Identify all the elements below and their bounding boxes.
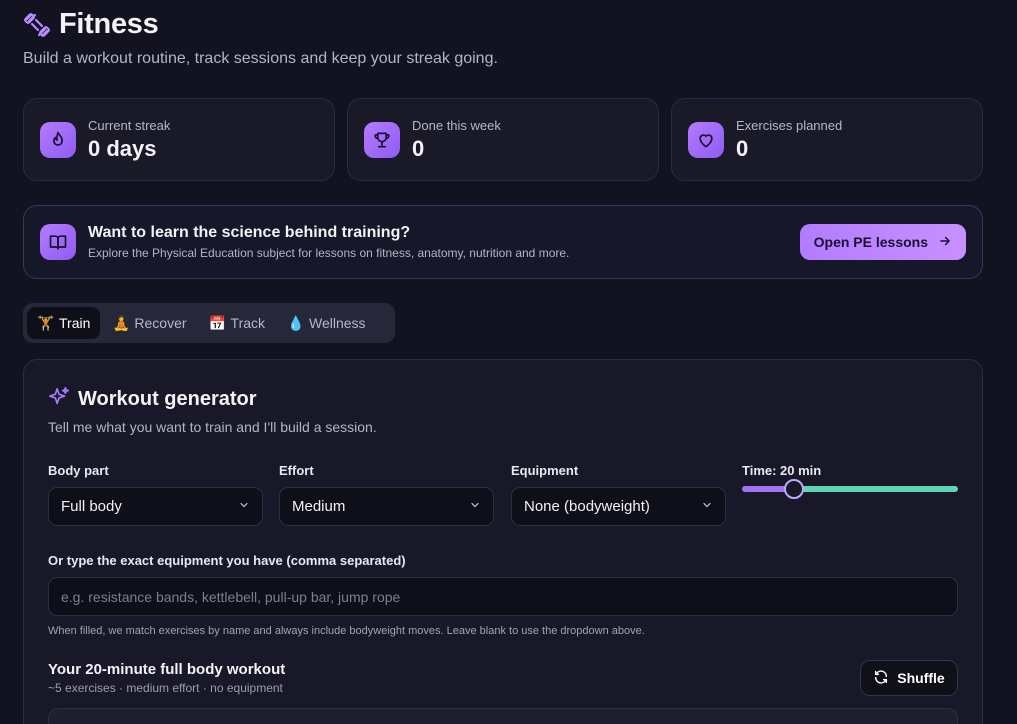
shuffle-label: Shuffle bbox=[897, 670, 945, 686]
equipment-text-label: Or type the exact equipment you have (co… bbox=[48, 553, 406, 568]
workout-meta: ~5 exercises · medium effort · no equipm… bbox=[48, 681, 283, 695]
droplet-icon: 💧 bbox=[287, 314, 305, 331]
select-value: None (bodyweight) bbox=[524, 498, 650, 515]
body-part-label: Body part bbox=[48, 463, 109, 478]
pe-lessons-banner: Want to learn the science behind trainin… bbox=[23, 205, 983, 279]
dumbbell-icon bbox=[23, 11, 51, 39]
chevron-down-icon bbox=[469, 498, 481, 515]
page-subtitle: Build a workout routine, track sessions … bbox=[23, 50, 498, 67]
equipment-select[interactable]: None (bodyweight) bbox=[511, 487, 726, 526]
flame-icon bbox=[40, 121, 76, 158]
section-tabs: 🏋 Train 🧘 Recover 📅 Track 💧 Wellness bbox=[23, 303, 395, 343]
slider-track bbox=[794, 486, 958, 492]
workout-generator-panel: Workout generator Tell me what you want … bbox=[23, 359, 983, 724]
stat-value: 0 bbox=[736, 135, 749, 161]
tab-wellness[interactable]: 💧 Wellness bbox=[277, 307, 376, 339]
chevron-down-icon bbox=[701, 498, 713, 515]
stat-label: Done this week bbox=[412, 117, 501, 133]
stat-card-planned: Exercises planned 0 bbox=[671, 98, 983, 181]
tab-recover[interactable]: 🧘 Recover bbox=[102, 307, 196, 339]
tab-label: Track bbox=[230, 315, 266, 331]
equipment-text-input[interactable] bbox=[48, 577, 958, 616]
equipment-hint: When filled, we match exercises by name … bbox=[48, 625, 645, 637]
heart-icon bbox=[688, 121, 724, 158]
page-title: Fitness bbox=[59, 8, 159, 40]
stat-value: 0 bbox=[412, 135, 425, 161]
weightlifter-icon: 🏋 bbox=[37, 314, 55, 331]
page-header: Fitness Build a workout routine, track s… bbox=[23, 8, 498, 68]
effort-select[interactable]: Medium bbox=[279, 487, 494, 526]
select-value: Full body bbox=[61, 498, 122, 515]
chevron-down-icon bbox=[238, 498, 250, 515]
shuffle-button[interactable]: Shuffle bbox=[860, 660, 958, 696]
stat-card-week: Done this week 0 bbox=[347, 98, 659, 181]
tab-label: Train bbox=[59, 315, 91, 331]
stat-card-streak: Current streak 0 days bbox=[23, 98, 335, 181]
banner-title: Want to learn the science behind trainin… bbox=[88, 224, 411, 241]
sparkles-icon bbox=[48, 386, 70, 413]
arrow-right-icon bbox=[938, 234, 952, 251]
equipment-label: Equipment bbox=[511, 463, 579, 478]
select-value: Medium bbox=[292, 498, 346, 515]
tab-label: Recover bbox=[134, 315, 187, 331]
tab-label: Wellness bbox=[309, 315, 366, 331]
banner-description: Explore the Physical Education subject f… bbox=[88, 246, 570, 260]
stat-label: Current streak bbox=[88, 117, 171, 133]
trophy-icon bbox=[364, 121, 400, 158]
effort-label: Effort bbox=[279, 463, 314, 478]
exercise-card bbox=[48, 708, 958, 724]
refresh-icon bbox=[873, 669, 889, 688]
time-slider[interactable] bbox=[742, 479, 958, 499]
slider-thumb[interactable] bbox=[784, 479, 804, 499]
generator-title: Workout generator bbox=[78, 388, 257, 410]
calendar-icon: 📅 bbox=[208, 314, 227, 331]
workout-title: Your 20-minute full body workout bbox=[48, 661, 286, 678]
button-label: Open PE lessons bbox=[813, 234, 928, 250]
meditation-icon: 🧘 bbox=[112, 314, 131, 331]
generator-subtitle: Tell me what you want to train and I'll … bbox=[48, 419, 377, 435]
time-label: Time: 20 min bbox=[742, 463, 822, 478]
stat-value: 0 days bbox=[88, 135, 157, 161]
book-icon bbox=[40, 224, 76, 260]
open-pe-lessons-button[interactable]: Open PE lessons bbox=[799, 224, 966, 260]
stats-row: Current streak 0 days Done this week 0 E… bbox=[23, 98, 983, 181]
tab-track[interactable]: 📅 Track bbox=[199, 307, 275, 339]
body-part-select[interactable]: Full body bbox=[48, 487, 263, 526]
tab-train[interactable]: 🏋 Train bbox=[27, 307, 101, 339]
stat-label: Exercises planned bbox=[736, 117, 843, 133]
